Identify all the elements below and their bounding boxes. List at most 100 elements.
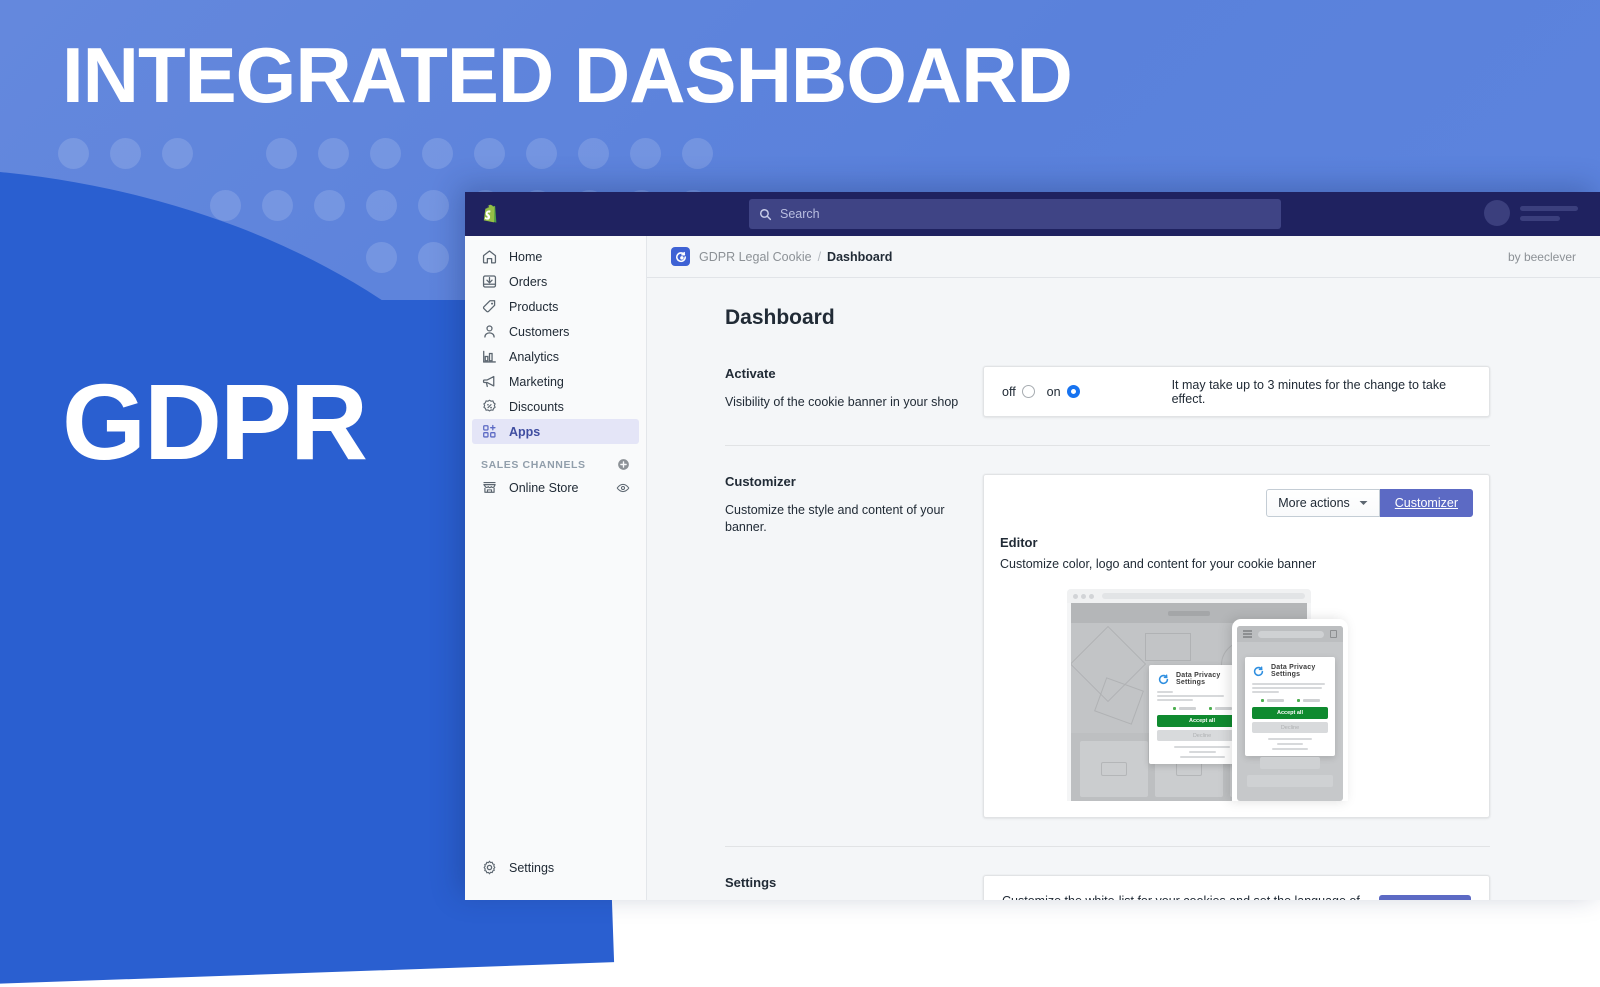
sidebar-item-customers[interactable]: Customers xyxy=(472,319,639,344)
sidebar-item-label: Discounts xyxy=(509,400,564,414)
sidebar-item-apps[interactable]: Apps xyxy=(472,419,639,444)
admin-topbar xyxy=(465,192,1600,236)
decorative-dot xyxy=(262,190,293,221)
radio-label-on: on xyxy=(1047,385,1061,399)
search-bar[interactable] xyxy=(749,199,1281,229)
bar-chart-icon xyxy=(481,348,498,365)
home-icon xyxy=(481,248,498,265)
customizer-action-buttons: More actions Customizer xyxy=(1000,489,1473,517)
footer-link[interactable] xyxy=(1180,756,1225,758)
megaphone-icon xyxy=(481,373,498,390)
sidebar-item-orders[interactable]: Orders xyxy=(472,269,639,294)
shopping-bag-icon[interactable] xyxy=(1330,630,1337,638)
eye-icon[interactable] xyxy=(616,481,630,495)
radio-off[interactable] xyxy=(1022,385,1035,398)
sidebar-item-label: Marketing xyxy=(509,375,564,389)
mobile-phone-mockup: Data Privacy Settings xyxy=(1232,619,1348,801)
checkbox-icon xyxy=(1209,707,1212,710)
settings-card: Customize the white-list for your cookie… xyxy=(983,875,1490,900)
account-area[interactable] xyxy=(1484,200,1578,226)
sidebar-item-discounts[interactable]: Discounts xyxy=(472,394,639,419)
checkbox-icon xyxy=(1173,707,1176,710)
sidebar-item-home[interactable]: Home xyxy=(472,244,639,269)
decorative-dot xyxy=(58,138,89,169)
decorative-dot xyxy=(578,138,609,169)
customizer-button[interactable]: Customizer xyxy=(1380,489,1473,517)
storefront-icon xyxy=(481,479,498,496)
decorative-dot xyxy=(370,138,401,169)
footer-placeholder xyxy=(1260,757,1320,769)
cookie-category-marketing[interactable] xyxy=(1297,699,1320,702)
search-icon xyxy=(759,208,772,221)
category-label xyxy=(1267,699,1284,702)
sidebar-item-label: Customers xyxy=(509,325,569,339)
decorative-dot xyxy=(162,138,193,169)
shopify-bag-icon[interactable] xyxy=(477,200,503,228)
settings-description: Customize the white-list for your cookie… xyxy=(1002,892,1363,900)
more-actions-button[interactable]: More actions xyxy=(1266,489,1380,517)
text-line xyxy=(1157,695,1224,697)
promo-subtitle: GDPR xyxy=(62,368,366,476)
settings-section: Settings Customize the white-list for yo… xyxy=(647,875,1600,900)
decorative-dot xyxy=(318,138,349,169)
sidebar-item-online-store[interactable]: Online Store xyxy=(472,475,639,500)
avatar[interactable] xyxy=(1484,200,1510,226)
activate-radio-group[interactable]: off on xyxy=(1002,385,1080,399)
text-line xyxy=(1252,687,1322,689)
cookie-refresh-icon xyxy=(1157,673,1170,686)
decline-button[interactable]: Decline xyxy=(1252,722,1328,733)
browser-chrome xyxy=(1067,589,1311,603)
footer-link[interactable] xyxy=(1268,738,1312,740)
cookie-banner-title: Data Privacy Settings xyxy=(1271,664,1328,678)
decorative-dot xyxy=(630,138,661,169)
cookie-category-essential[interactable] xyxy=(1261,699,1284,702)
sidebar-item-products[interactable]: Products xyxy=(472,294,639,319)
cookie-banner-header: Data Privacy Settings xyxy=(1252,664,1328,678)
decorative-dot xyxy=(526,138,557,169)
cookie-category-toggles[interactable] xyxy=(1252,699,1328,702)
cookie-banner-preview-mobile: Data Privacy Settings xyxy=(1245,657,1335,756)
customize-button[interactable]: customize xyxy=(1379,895,1471,900)
decorative-dot xyxy=(366,190,397,221)
gear-icon xyxy=(481,859,498,876)
breadcrumb-app-name[interactable]: GDPR Legal Cookie xyxy=(699,250,812,264)
sidebar-item-label: Home xyxy=(509,250,542,264)
sidebar-item-analytics[interactable]: Analytics xyxy=(472,344,639,369)
footer-link[interactable] xyxy=(1189,751,1216,753)
checkbox-icon xyxy=(1261,699,1264,702)
radio-on[interactable] xyxy=(1067,385,1080,398)
breadcrumb: GDPR Legal Cookie / Dashboard by beeclev… xyxy=(647,236,1600,278)
sidebar-item-label: Online Store xyxy=(509,481,578,495)
cookie-category-marketing[interactable] xyxy=(1209,707,1232,710)
breadcrumb-separator: / xyxy=(818,250,821,264)
decorative-dot xyxy=(418,242,449,273)
sidebar-item-settings[interactable]: Settings xyxy=(472,859,639,876)
search-input[interactable] xyxy=(780,207,1250,221)
gdpr-cookie-app-icon xyxy=(671,247,690,266)
more-actions-label: More actions xyxy=(1278,496,1350,510)
plus-circle-icon[interactable] xyxy=(617,458,630,471)
decorative-dot xyxy=(366,242,397,273)
shopify-admin-window: Home Orders Products xyxy=(465,192,1600,900)
chevron-down-icon xyxy=(1359,500,1368,506)
accept-all-button[interactable]: Accept all xyxy=(1252,707,1328,719)
browser-dot xyxy=(1073,594,1078,599)
text-line xyxy=(1157,691,1173,693)
glasses-icon xyxy=(1101,762,1127,776)
footer-link[interactable] xyxy=(1272,748,1308,750)
footer-placeholder xyxy=(1247,775,1333,787)
footer-link[interactable] xyxy=(1277,743,1303,745)
page-title: Dashboard xyxy=(725,306,1600,330)
phone-search-pill[interactable] xyxy=(1258,631,1324,638)
phone-shop-header xyxy=(1237,626,1343,642)
text-line xyxy=(1252,683,1325,685)
activate-note: It may take up to 3 minutes for the chan… xyxy=(1172,378,1471,406)
sidebar-item-label: Settings xyxy=(509,861,554,875)
footer-link[interactable] xyxy=(1174,746,1230,748)
hamburger-menu-icon[interactable] xyxy=(1243,629,1252,640)
phone-shop-footer xyxy=(1247,757,1333,793)
cookie-category-essential[interactable] xyxy=(1173,707,1196,710)
sidebar-item-marketing[interactable]: Marketing xyxy=(472,369,639,394)
customizer-card: More actions Customizer Editor Customize… xyxy=(983,474,1490,818)
editor-description: Customize color, logo and content for yo… xyxy=(1000,557,1473,571)
